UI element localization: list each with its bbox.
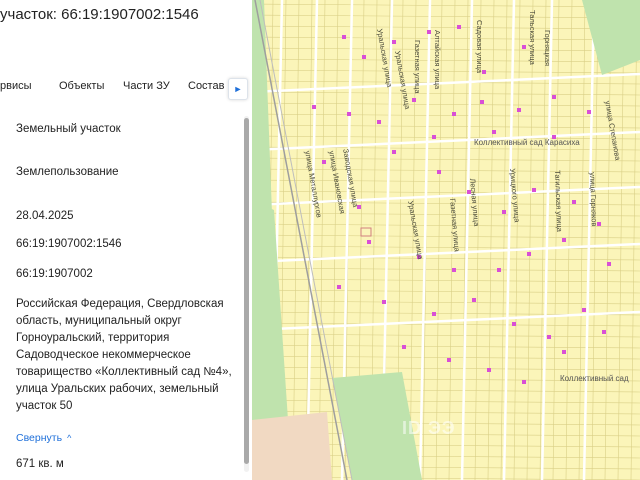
parcel-marker bbox=[587, 110, 591, 114]
parcel-marker bbox=[437, 170, 441, 174]
collapse-label: Свернуть bbox=[16, 432, 63, 444]
parcel-marker bbox=[562, 350, 566, 354]
parcel-marker bbox=[512, 322, 516, 326]
parcel-marker bbox=[547, 335, 551, 339]
parcel-marker bbox=[432, 135, 436, 139]
parcel-marker bbox=[322, 160, 326, 164]
scrollbar-thumb[interactable] bbox=[244, 118, 249, 464]
date-value: 28.04.2025 bbox=[16, 210, 74, 222]
parcel-marker bbox=[427, 30, 431, 34]
chevron-right-icon: ► bbox=[233, 84, 243, 94]
info-panel: участок: 66:19:1907002:1546 рвисы Объект… bbox=[0, 0, 252, 480]
parcel-marker bbox=[607, 262, 611, 266]
parcel-marker bbox=[342, 35, 346, 39]
parcel-marker bbox=[472, 298, 476, 302]
address-value: Российская Федерация, Свердловская облас… bbox=[16, 298, 232, 412]
parcel-marker bbox=[362, 55, 366, 59]
district-label: Коллективный сад bbox=[560, 374, 629, 383]
district-label: Коллективный сад Карасиха bbox=[474, 138, 580, 147]
tab-objects[interactable]: Объекты bbox=[59, 80, 104, 92]
parcel-marker bbox=[522, 45, 526, 49]
parcel-marker bbox=[392, 150, 396, 154]
category-value: Землепользование bbox=[16, 166, 119, 178]
parcel-marker bbox=[492, 130, 496, 134]
parcel-marker bbox=[552, 95, 556, 99]
street-label: Газетная улица bbox=[413, 40, 422, 94]
parcel-marker bbox=[382, 300, 386, 304]
parcel-marker bbox=[457, 25, 461, 29]
parcel-marker bbox=[412, 98, 416, 102]
parcel-marker bbox=[527, 252, 531, 256]
parcel-marker bbox=[487, 368, 491, 372]
street-label: улица Горняков bbox=[588, 172, 599, 227]
street-label: Алтайская улица bbox=[433, 30, 442, 90]
parcel-marker bbox=[392, 40, 396, 44]
watermark: ID ЭЭ bbox=[402, 418, 456, 438]
tabs-scroll-right-button[interactable]: ► bbox=[228, 78, 248, 100]
cadastral-map[interactable]: Тальская улица Горняцкая Садовая улица А… bbox=[252, 0, 640, 480]
parcel-marker bbox=[347, 112, 351, 116]
parcel-marker bbox=[367, 240, 371, 244]
parcel-marker bbox=[522, 380, 526, 384]
parcel-marker bbox=[532, 188, 536, 192]
area-value: 671 кв. м bbox=[16, 458, 64, 470]
parcel-marker bbox=[562, 238, 566, 242]
quarter-value: 66:19:1907002 bbox=[16, 268, 93, 280]
parcel-marker bbox=[497, 268, 501, 272]
parcel-marker bbox=[502, 210, 506, 214]
collapse-link[interactable]: Свернуть ^ bbox=[16, 430, 71, 447]
parcel-marker bbox=[452, 112, 456, 116]
parcel-marker bbox=[582, 308, 586, 312]
cadastral-number-value: 66:19:1907002:1546 bbox=[16, 238, 122, 250]
parcel-marker bbox=[452, 268, 456, 272]
page-title: участок: 66:19:1907002:1546 bbox=[0, 6, 199, 23]
tab-services[interactable]: рвисы bbox=[0, 80, 32, 92]
street-label: Садовая улица bbox=[475, 20, 484, 74]
map-layer bbox=[252, 0, 640, 480]
street-label: Тальская улица bbox=[528, 10, 537, 65]
parcel-marker bbox=[447, 358, 451, 362]
chevron-up-icon: ^ bbox=[67, 433, 72, 443]
parcel-marker bbox=[572, 200, 576, 204]
parcel-marker bbox=[312, 105, 316, 109]
parcel-marker bbox=[602, 330, 606, 334]
parcel-marker bbox=[517, 108, 521, 112]
parcel-marker bbox=[432, 312, 436, 316]
object-type-value: Земельный участок bbox=[16, 123, 121, 135]
tab-parts[interactable]: Части ЗУ bbox=[123, 80, 170, 92]
parcel-marker bbox=[377, 120, 381, 124]
tab-bar: рвисы Объекты Части ЗУ Состав bbox=[0, 80, 252, 98]
tab-composition[interactable]: Состав bbox=[188, 80, 224, 92]
parcel-marker bbox=[337, 285, 341, 289]
parcel-marker bbox=[480, 100, 484, 104]
street-label: Горняцкая bbox=[543, 30, 552, 67]
parcel-marker bbox=[402, 345, 406, 349]
land-area bbox=[252, 412, 332, 480]
